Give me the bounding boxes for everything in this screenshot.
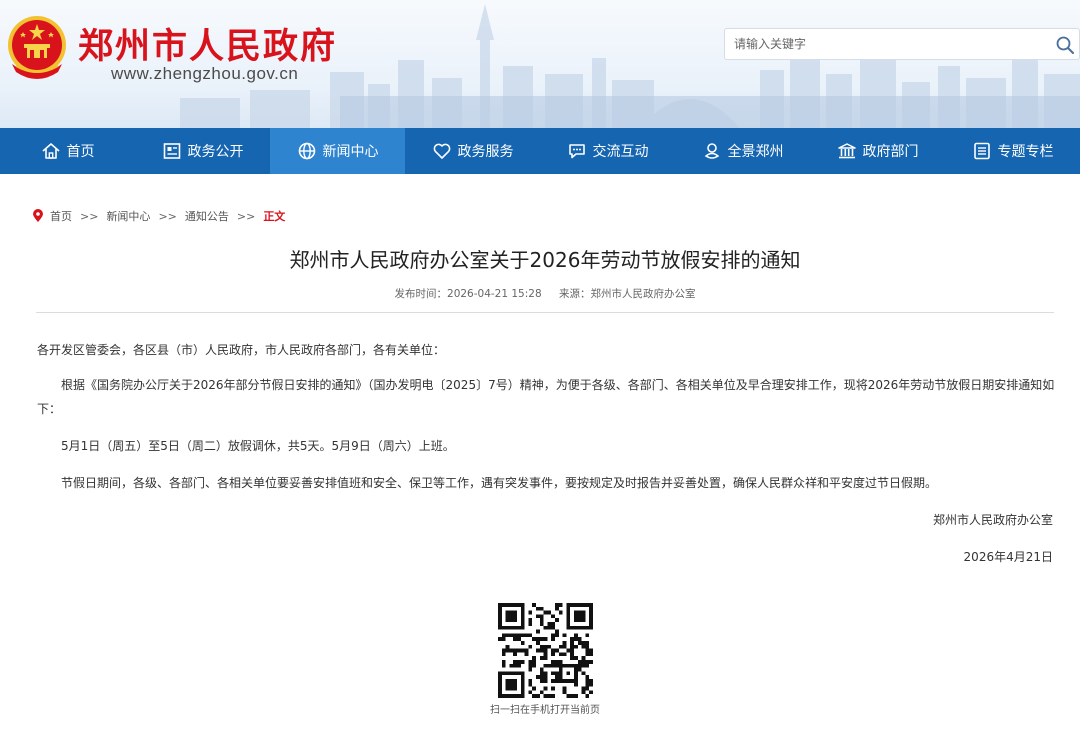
nav-label: 政府部门 (862, 144, 919, 160)
chat-icon (568, 144, 585, 159)
search-input[interactable] (725, 29, 1045, 59)
nav-item-government-services[interactable]: 政务服务 (405, 128, 540, 174)
main-nav: 首页 政务公开 新闻中心 政务服务 交流互动 全景郑州 政府部门 专题专栏 (0, 128, 1080, 174)
breadcrumb-separator: >> (158, 209, 177, 223)
article-paragraph: 5月1日（周五）至5日（周二）放假调休，共5天。5月9日（周六）上班。 (61, 439, 455, 453)
breadcrumb: 首页 >> 新闻中心 >> 通知公告 >> 正文 (32, 208, 285, 224)
nav-item-departments[interactable]: 政府部门 (810, 128, 945, 174)
site-header: 郑州市人民政府 www.zhengzhou.gov.cn (0, 0, 1080, 128)
search-icon[interactable] (1055, 35, 1075, 55)
article-paragraph: 各开发区管委会，各区县（市）人民政府，市人民政府各部门，各有关单位： (37, 343, 446, 357)
breadcrumb-current: 正文 (263, 210, 286, 223)
breadcrumb-separator: >> (80, 209, 99, 223)
nav-label: 政务公开 (187, 144, 244, 160)
breadcrumb-home[interactable]: 首页 (50, 208, 72, 224)
nav-label: 政务服务 (457, 144, 514, 160)
location-pin-icon (33, 209, 43, 222)
article-date: 2026年4月21日 (963, 550, 1053, 564)
home-icon (41, 143, 60, 159)
list-icon (973, 142, 990, 160)
site-title[interactable]: 郑州市人民政府 (78, 18, 337, 69)
building-icon (837, 143, 856, 159)
article-title: 郑州市人民政府办公室关于2026年劳动节放假安排的通知 (289, 248, 801, 272)
nav-label: 全景郑州 (727, 144, 784, 160)
nav-item-panorama[interactable]: 全景郑州 (675, 128, 810, 174)
article-paragraph: 节假日期间，各级、各部门、各相关单位要妥善安排值班和安全、保卫等工作，遇有突发事… (61, 476, 938, 490)
publish-time: 发布时间：2026-04-21 15:28 (394, 288, 542, 300)
national-emblem-logo (8, 16, 66, 79)
panorama-icon (704, 143, 719, 159)
nav-label: 交流互动 (592, 144, 649, 160)
breadcrumb-notices[interactable]: 通知公告 (185, 208, 229, 224)
breadcrumb-separator: >> (236, 209, 256, 223)
nav-label: 新闻中心 (322, 144, 379, 160)
nav-item-government-affairs[interactable]: 政务公开 (135, 128, 270, 174)
qr-caption: 扫一扫在手机打开当前页 (490, 705, 600, 716)
nav-item-interaction[interactable]: 交流互动 (540, 128, 675, 174)
breadcrumb-news-center[interactable]: 新闻中心 (106, 208, 150, 224)
article-signature: 郑州市人民政府办公室 (932, 513, 1053, 527)
search-box (724, 28, 1080, 60)
divider (36, 312, 1054, 313)
nav-label: 首页 (66, 144, 95, 160)
nav-label: 专题专栏 (997, 144, 1054, 160)
document-icon (163, 143, 180, 159)
heart-icon (433, 143, 450, 159)
qr-code (498, 603, 593, 698)
nav-item-home[interactable]: 首页 (0, 128, 135, 174)
globe-icon (298, 142, 315, 160)
nav-item-special-topics[interactable]: 专题专栏 (945, 128, 1080, 174)
article-source: 来源：郑州市人民政府办公室 (558, 288, 696, 300)
article-paragraph: 根据《国务院办公厅关于2026年部分节假日安排的通知》（国办发明电〔2025〕7… (37, 378, 1055, 416)
nav-item-news-center[interactable]: 新闻中心 (270, 128, 405, 174)
article-meta: 发布时间：2026-04-21 15:28 来源：郑州市人民政府办公室 (0, 286, 1080, 301)
site-url: www.zhengzhou.gov.cn (111, 64, 299, 83)
